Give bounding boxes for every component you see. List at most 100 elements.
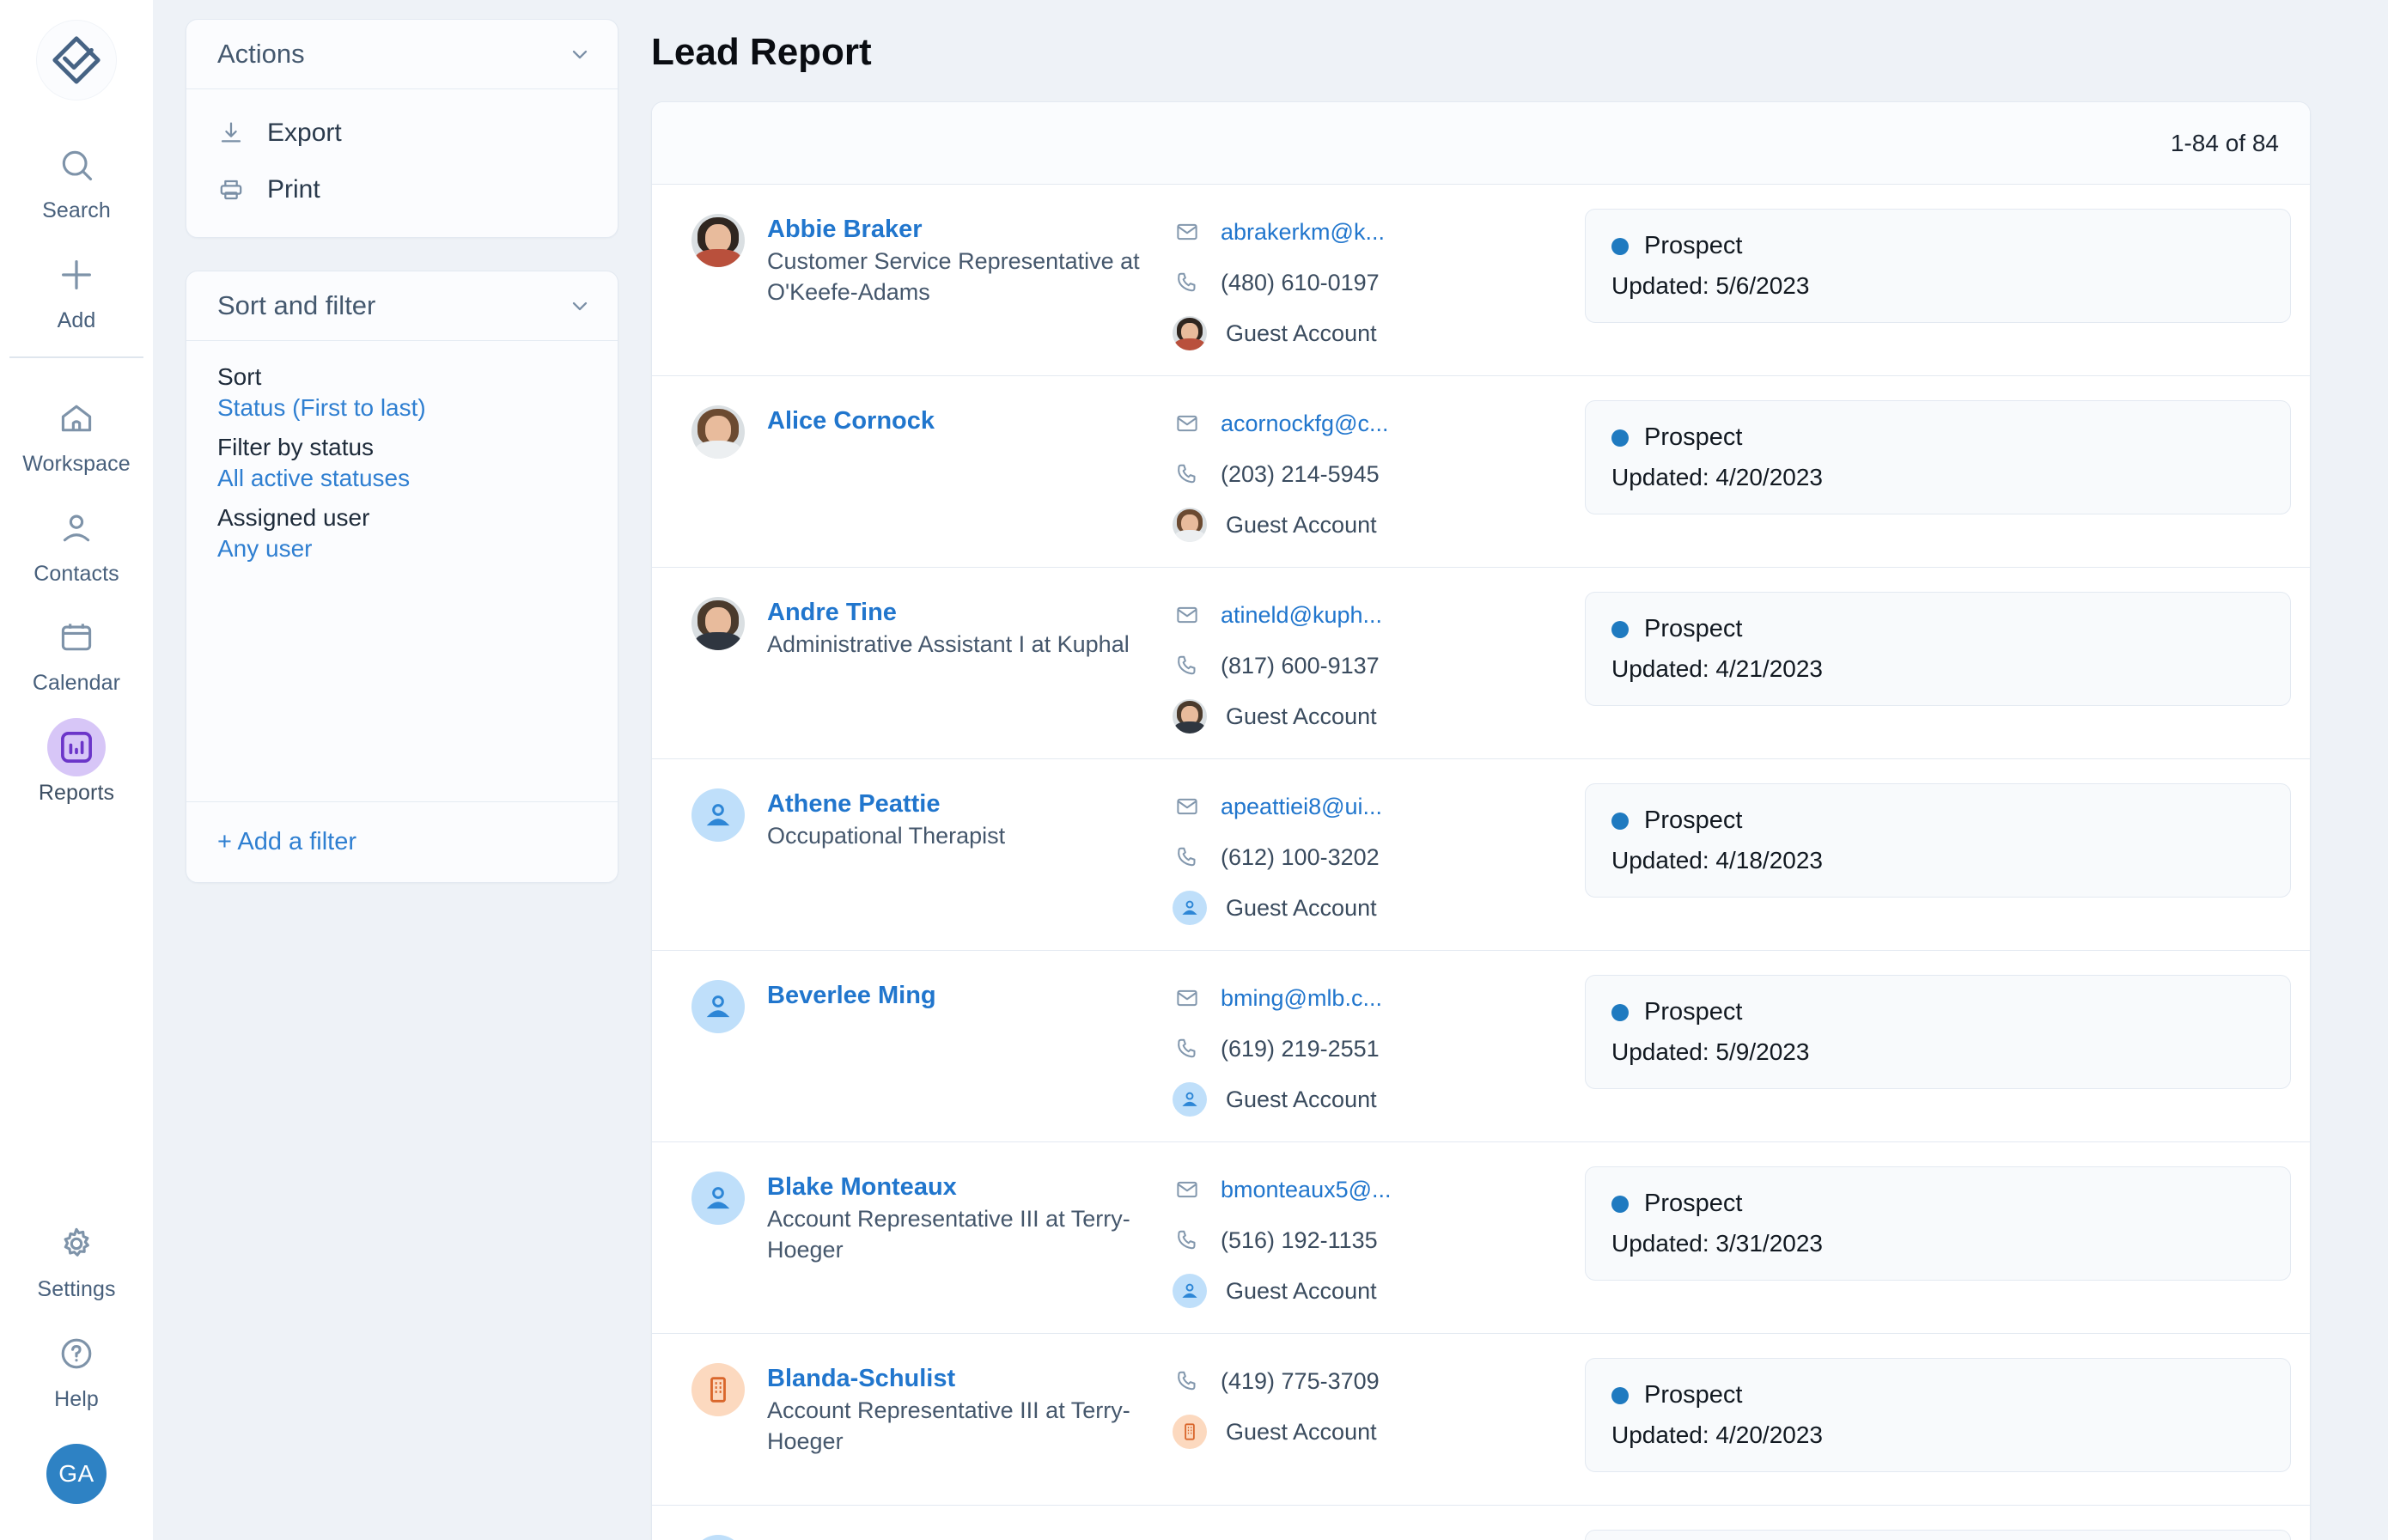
app-logo[interactable] bbox=[37, 21, 116, 100]
user-avatar[interactable]: GA bbox=[46, 1444, 107, 1504]
status-updated: Updated: 4/21/2023 bbox=[1611, 655, 2264, 683]
chevron-down-icon[interactable] bbox=[568, 294, 592, 318]
person-cell: Alice Cornock bbox=[691, 400, 1173, 459]
contact-phone[interactable]: (203) 214-5945 bbox=[1173, 456, 1585, 492]
contact-email[interactable]: bmonteaux5@... bbox=[1173, 1172, 1585, 1208]
contact-owner[interactable]: Guest Account bbox=[1173, 890, 1585, 926]
sort-filter-panel-header[interactable]: Sort and filter bbox=[186, 271, 618, 341]
sidebar-item-help[interactable]: Help bbox=[0, 1312, 153, 1422]
sidebar-item-label: Reports bbox=[39, 782, 114, 806]
contact-email[interactable]: abrakerkm@k... bbox=[1173, 214, 1585, 250]
sidebar-item-label: Help bbox=[54, 1388, 99, 1412]
table-row[interactable]: Abbie BrakerCustomer Service Representat… bbox=[652, 185, 2310, 376]
sidebar-item-search[interactable]: Search bbox=[0, 124, 153, 234]
email-value[interactable]: apeattiei8@ui... bbox=[1221, 794, 1382, 820]
status-updated: Updated: 3/31/2023 bbox=[1611, 1230, 2264, 1257]
avatar bbox=[1173, 508, 1207, 542]
owner-value: Guest Account bbox=[1226, 895, 1377, 922]
contact-cell: bming@mlb.c... (619) 219-2551 Guest Accoun… bbox=[1173, 975, 1585, 1117]
email-value[interactable]: acornockfg@c... bbox=[1221, 411, 1389, 437]
status-dot-icon bbox=[1611, 238, 1629, 255]
filter-panel-spacer bbox=[186, 568, 618, 782]
status-badge[interactable]: ProspectUpdated: 4/20/2023 bbox=[1585, 1358, 2291, 1472]
avatar bbox=[691, 597, 745, 650]
question-circle-icon bbox=[47, 1324, 106, 1383]
person-name-link[interactable]: Blanda-Schulist bbox=[767, 1363, 1171, 1394]
table-row[interactable]: Caesar Gabotti cgabottifv@hi...Prospect bbox=[652, 1506, 2310, 1540]
actions-panel-header[interactable]: Actions bbox=[186, 20, 618, 89]
person-name-link[interactable]: Blake Monteaux bbox=[767, 1172, 1171, 1202]
contact-phone[interactable]: (516) 192-1135 bbox=[1173, 1222, 1585, 1258]
person-name-link[interactable]: Abbie Braker bbox=[767, 214, 1171, 245]
table-row[interactable]: Blanda-SchulistAccount Representative II… bbox=[652, 1334, 2310, 1506]
status-badge[interactable]: ProspectUpdated: 4/20/2023 bbox=[1585, 400, 2291, 514]
contact-owner[interactable]: Guest Account bbox=[1173, 315, 1585, 351]
contact-owner[interactable]: Guest Account bbox=[1173, 698, 1585, 734]
status-row: Prospect bbox=[1611, 1190, 2264, 1218]
table-header: 1-84 of 84 bbox=[652, 102, 2310, 185]
add-filter-button[interactable]: + Add a filter bbox=[186, 801, 618, 882]
print-button[interactable]: Print bbox=[186, 161, 618, 218]
table-row[interactable]: Alice Cornock acornockfg@c... (203) 214-59… bbox=[652, 376, 2310, 568]
contact-phone[interactable]: (480) 610-0197 bbox=[1173, 265, 1585, 301]
contact-email[interactable]: atineld@kuph... bbox=[1173, 597, 1585, 633]
contact-email[interactable]: apeattiei8@ui... bbox=[1173, 788, 1585, 825]
person-name-link[interactable]: Caesar Gabotti bbox=[767, 1535, 944, 1540]
status-dot-icon bbox=[1611, 813, 1629, 830]
sort-label: Sort bbox=[217, 363, 587, 391]
assigned-user-value[interactable]: Any user bbox=[217, 535, 313, 563]
contact-email[interactable]: acornockfg@c... bbox=[1173, 405, 1585, 441]
person-name-link[interactable]: Beverlee Ming bbox=[767, 980, 936, 1011]
sort-value[interactable]: Status (First to last) bbox=[217, 394, 426, 422]
person-title: Administrative Assistant I at Kuphal bbox=[767, 630, 1130, 660]
status-badge[interactable]: ProspectUpdated: 4/21/2023 bbox=[1585, 592, 2291, 706]
contact-phone[interactable]: (419) 775-3709 bbox=[1173, 1363, 1585, 1399]
contact-phone[interactable]: (612) 100-3202 bbox=[1173, 839, 1585, 875]
person-icon bbox=[47, 499, 106, 557]
company-placeholder-icon bbox=[1173, 1415, 1207, 1449]
status-filter-value[interactable]: All active statuses bbox=[217, 465, 410, 492]
plus-icon bbox=[47, 246, 106, 304]
table-row[interactable]: Andre TineAdministrative Assistant I at … bbox=[652, 568, 2310, 759]
sidebar-item-calendar[interactable]: Calendar bbox=[0, 596, 153, 706]
email-value[interactable]: atineld@kuph... bbox=[1221, 602, 1382, 629]
email-value[interactable]: abrakerkm@k... bbox=[1221, 219, 1385, 246]
status-badge[interactable]: Prospect Updated: 3/31/2023 bbox=[1585, 1166, 2291, 1281]
contact-cell: cgabottifv@hi... bbox=[1173, 1530, 1585, 1540]
email-value[interactable]: bming@mlb.c... bbox=[1221, 985, 1382, 1012]
contact-email[interactable]: bming@mlb.c... bbox=[1173, 980, 1585, 1016]
sidebar-item-settings[interactable]: Settings bbox=[0, 1202, 153, 1312]
status-badge[interactable]: ProspectUpdated: 5/9/2023 bbox=[1585, 975, 2291, 1089]
person-info: Abbie BrakerCustomer Service Representat… bbox=[767, 214, 1171, 308]
person-name-link[interactable]: Andre Tine bbox=[767, 597, 1130, 628]
lead-rows-container: Abbie BrakerCustomer Service Representat… bbox=[652, 185, 2310, 1540]
sidebar-item-workspace[interactable]: Workspace bbox=[0, 377, 153, 487]
sidebar-item-reports[interactable]: Reports bbox=[0, 706, 153, 816]
contact-owner[interactable]: Guest Account bbox=[1173, 1081, 1585, 1117]
contact-owner[interactable]: Guest Account bbox=[1173, 507, 1585, 543]
contact-phone[interactable]: (619) 219-2551 bbox=[1173, 1031, 1585, 1067]
status-cell: ProspectUpdated: 5/6/2023 bbox=[1585, 209, 2291, 323]
sidebar-item-contacts[interactable]: Contacts bbox=[0, 487, 153, 597]
phone-icon bbox=[1173, 1368, 1202, 1394]
contact-owner[interactable]: Guest Account bbox=[1173, 1273, 1585, 1309]
sort-and-filter-panel: Sort and filter Sort Status (First to la… bbox=[186, 271, 618, 883]
table-row[interactable]: Beverlee Ming bming@mlb.c... (619) 219-255… bbox=[652, 951, 2310, 1142]
sidebar-item-add[interactable]: Add bbox=[0, 234, 153, 344]
chevron-down-icon[interactable] bbox=[568, 42, 592, 66]
person-info: Beverlee Ming bbox=[767, 980, 936, 1033]
person-name-link[interactable]: Athene Peattie bbox=[767, 788, 1005, 819]
status-badge[interactable]: ProspectUpdated: 5/6/2023 bbox=[1585, 209, 2291, 323]
table-row[interactable]: Athene PeattieOccupational Therapistapea… bbox=[652, 759, 2310, 951]
contact-email[interactable]: cgabottifv@hi... bbox=[1173, 1535, 1585, 1540]
email-value[interactable]: bmonteaux5@... bbox=[1221, 1177, 1392, 1203]
person-name-link[interactable]: Alice Cornock bbox=[767, 405, 935, 436]
contact-phone[interactable]: (817) 600-9137 bbox=[1173, 648, 1585, 684]
home-icon bbox=[47, 389, 106, 447]
table-row[interactable]: Blake MonteauxAccount Representative III… bbox=[652, 1142, 2310, 1334]
person-placeholder-icon bbox=[691, 1535, 745, 1540]
status-badge[interactable]: ProspectUpdated: 4/18/2023 bbox=[1585, 783, 2291, 898]
contact-owner[interactable]: Guest Account bbox=[1173, 1414, 1585, 1450]
status-badge[interactable]: Prospect bbox=[1585, 1530, 2291, 1540]
export-button[interactable]: Export bbox=[186, 105, 618, 161]
